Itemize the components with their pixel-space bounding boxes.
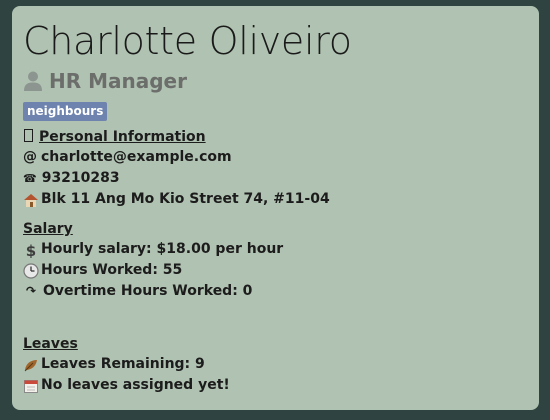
- hours-worked-value: Hours Worked: 55: [41, 262, 183, 278]
- role-row: HR Manager: [23, 67, 528, 95]
- leaves-assigned-row: No leaves assigned yet!: [23, 375, 528, 396]
- leaves-assigned-value: No leaves assigned yet!: [41, 377, 230, 393]
- calendar-icon: [24, 379, 38, 393]
- arrow-icon: ↷: [25, 284, 37, 298]
- employee-card: Charlotte Oliveiro HR Manager neighbours…: [12, 6, 539, 410]
- employee-name: Charlotte Oliveiro: [23, 19, 352, 63]
- svg-text:$: $: [26, 242, 36, 258]
- overtime-row: ↷ Overtime Hours Worked: 0: [23, 281, 528, 302]
- email-value: charlotte@example.com: [41, 149, 232, 165]
- clock-icon: [23, 262, 39, 279]
- hours-worked-row: Hours Worked: 55: [23, 260, 528, 281]
- info-box-icon: [24, 129, 33, 142]
- email-row: @ charlotte@example.com: [23, 147, 528, 168]
- leaves-heading: Leaves: [23, 336, 78, 352]
- at-sign-icon: @: [23, 149, 37, 165]
- overtime-value: Overtime Hours Worked: 0: [43, 283, 253, 299]
- phone-value: 93210283: [41, 170, 120, 186]
- house-icon: [24, 193, 38, 207]
- personal-info-title: Personal Information: [39, 129, 206, 145]
- person-icon: [24, 71, 42, 91]
- phone-row: ☎ 93210283: [23, 168, 528, 189]
- dollar-icon: $: [26, 242, 36, 258]
- job-title: HR Manager: [49, 69, 187, 93]
- leaf-icon: [24, 359, 37, 371]
- address-value: Blk 11 Ang Mo Kio Street 74, #11-04: [41, 191, 330, 207]
- hourly-salary-row: $ Hourly salary: $18.00 per hour: [23, 239, 528, 260]
- personal-info-heading: Personal Information: [23, 127, 528, 147]
- salary-heading: Salary: [23, 221, 73, 237]
- leaves-remaining-value: Leaves Remaining: 9: [41, 356, 205, 372]
- tag-badge: neighbours: [23, 102, 108, 121]
- address-row: Blk 11 Ang Mo Kio Street 74, #11-04: [23, 189, 528, 210]
- hourly-salary-value: Hourly salary: $18.00 per hour: [41, 241, 284, 257]
- leaves-remaining-row: Leaves Remaining: 9: [23, 354, 528, 375]
- phone-icon: ☎: [23, 172, 37, 185]
